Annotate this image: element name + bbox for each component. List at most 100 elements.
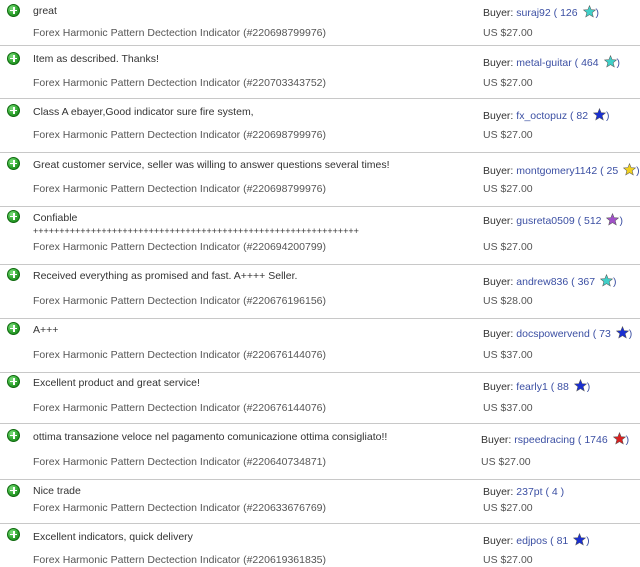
item-title-link[interactable]: Forex Harmonic Pattern Dectection Indica… bbox=[33, 554, 326, 566]
red-star-icon bbox=[612, 431, 626, 445]
positive-feedback-icon bbox=[7, 104, 20, 117]
feedback-score-close: ) bbox=[586, 381, 591, 393]
feedback-comment: Great customer service, seller was willi… bbox=[33, 159, 390, 171]
item-price: US $27.00 bbox=[483, 129, 533, 141]
buyer-username-link[interactable]: fearly1 bbox=[516, 381, 548, 393]
turquoise-star-icon bbox=[599, 273, 614, 287]
row-divider bbox=[0, 423, 640, 424]
buyer-username-link[interactable]: montgomery1142 bbox=[516, 165, 597, 177]
feedback-score-link[interactable]: ( 73 bbox=[593, 328, 611, 340]
item-price: US $37.00 bbox=[483, 349, 533, 361]
feedback-score-link[interactable]: ( 88 bbox=[551, 381, 569, 393]
item-title-link[interactable]: Forex Harmonic Pattern Dectection Indica… bbox=[33, 27, 326, 39]
row-divider bbox=[0, 45, 640, 46]
item-title-link[interactable]: Forex Harmonic Pattern Dectection Indica… bbox=[33, 77, 326, 89]
positive-feedback-icon bbox=[7, 322, 20, 335]
item-price: US $27.00 bbox=[483, 502, 533, 514]
buyer-info: Buyer: rspeedracing ( 1746 ) bbox=[481, 431, 629, 446]
item-price: US $27.00 bbox=[483, 554, 533, 566]
feedback-score-link[interactable]: ( 367 bbox=[571, 276, 595, 288]
row-divider bbox=[0, 523, 640, 524]
buyer-label: Buyer: bbox=[483, 535, 514, 547]
buyer-label: Buyer: bbox=[483, 7, 514, 19]
buyer-username-link[interactable]: docspowervend bbox=[516, 328, 590, 340]
feedback-score-link[interactable]: ( 512 bbox=[578, 215, 602, 227]
buyer-label: Buyer: bbox=[483, 165, 514, 177]
buyer-info: Buyer: montgomery1142 ( 25 ) bbox=[483, 162, 640, 177]
item-title-link[interactable]: Forex Harmonic Pattern Dectection Indica… bbox=[33, 402, 326, 414]
feedback-score-close: ) bbox=[636, 165, 640, 177]
positive-feedback-icon bbox=[7, 4, 20, 17]
feedback-comment: Excellent indicators, quick delivery bbox=[33, 531, 193, 543]
buyer-username-link[interactable]: gusreta0509 bbox=[516, 215, 574, 227]
turquoise-star-icon bbox=[582, 4, 596, 18]
buyer-info: Buyer: gusreta0509 ( 512 ) bbox=[483, 212, 623, 227]
feedback-score-link[interactable]: ( 126 bbox=[554, 7, 578, 19]
buyer-info: Buyer: edjpos ( 81 ) bbox=[483, 532, 590, 547]
feedback-score-link[interactable]: ( 1746 bbox=[578, 434, 608, 446]
feedback-comment: Class A ebayer,Good indicator sure fire … bbox=[33, 106, 254, 118]
buyer-label: Buyer: bbox=[483, 215, 514, 227]
blue-star-icon bbox=[592, 107, 607, 121]
feedback-score-close: ) bbox=[616, 57, 621, 69]
feedback-comment: A+++ bbox=[33, 324, 59, 336]
row-divider bbox=[0, 372, 640, 373]
feedback-score-close: ) bbox=[628, 328, 633, 340]
row-divider bbox=[0, 98, 640, 99]
turquoise-star-icon bbox=[603, 54, 617, 68]
row-divider bbox=[0, 318, 640, 319]
buyer-username-link[interactable]: suraj92 bbox=[516, 7, 550, 19]
positive-feedback-icon bbox=[7, 52, 20, 65]
feedback-score-close: ) bbox=[586, 535, 590, 547]
positive-feedback-icon bbox=[7, 157, 20, 170]
positive-feedback-icon bbox=[7, 375, 20, 388]
blue-star-icon bbox=[615, 325, 629, 339]
buyer-label: Buyer: bbox=[483, 328, 514, 340]
feedback-score-close: ) bbox=[595, 7, 600, 19]
row-divider bbox=[0, 206, 640, 207]
feedback-score-link[interactable]: ( 81 bbox=[550, 535, 568, 547]
item-title-link[interactable]: Forex Harmonic Pattern Dectection Indica… bbox=[33, 295, 326, 307]
feedback-comment: ottima transazione veloce nel pagamento … bbox=[33, 431, 388, 443]
feedback-score-link[interactable]: ( 4 bbox=[545, 486, 557, 498]
buyer-label: Buyer: bbox=[483, 381, 514, 393]
buyer-info: Buyer: fx_octopuz ( 82 ) bbox=[483, 107, 610, 122]
item-price: US $27.00 bbox=[483, 183, 533, 195]
buyer-info: Buyer: fearly1 ( 88 ) bbox=[483, 378, 591, 393]
buyer-username-link[interactable]: edjpos bbox=[516, 535, 547, 547]
item-title-link[interactable]: Forex Harmonic Pattern Dectection Indica… bbox=[33, 129, 326, 141]
positive-feedback-icon bbox=[7, 268, 20, 281]
item-title-link[interactable]: Forex Harmonic Pattern Dectection Indica… bbox=[33, 183, 326, 195]
row-divider bbox=[0, 479, 640, 480]
item-price: US $27.00 bbox=[481, 456, 531, 468]
buyer-username-link[interactable]: metal-guitar bbox=[516, 57, 571, 69]
buyer-info: Buyer: andrew836 ( 367 ) bbox=[483, 273, 617, 288]
buyer-label: Buyer: bbox=[481, 434, 512, 446]
row-divider bbox=[0, 152, 640, 153]
buyer-info: Buyer: suraj92 ( 126 ) bbox=[483, 4, 600, 19]
buyer-label: Buyer: bbox=[483, 486, 514, 498]
feedback-score-link[interactable]: ( 464 bbox=[575, 57, 599, 69]
feedback-score-close: ) bbox=[613, 276, 617, 288]
buyer-info: Buyer: metal-guitar ( 464 ) bbox=[483, 54, 621, 69]
item-title-link[interactable]: Forex Harmonic Pattern Dectection Indica… bbox=[33, 349, 326, 361]
buyer-username-link[interactable]: fx_octopuz bbox=[516, 110, 567, 122]
buyer-username-link[interactable]: 237pt bbox=[516, 486, 542, 498]
feedback-comment: Item as described. Thanks! bbox=[33, 53, 159, 65]
item-price: US $37.00 bbox=[483, 402, 533, 414]
item-title-link[interactable]: Forex Harmonic Pattern Dectection Indica… bbox=[33, 456, 326, 468]
blue-star-icon bbox=[573, 532, 587, 546]
positive-feedback-icon bbox=[7, 528, 20, 541]
positive-feedback-icon bbox=[7, 429, 20, 442]
buyer-username-link[interactable]: rspeedracing bbox=[514, 434, 575, 446]
item-title-link[interactable]: Forex Harmonic Pattern Dectection Indica… bbox=[33, 502, 326, 514]
positive-feedback-icon bbox=[7, 210, 20, 223]
buyer-label: Buyer: bbox=[483, 110, 514, 122]
feedback-score-close: ) bbox=[619, 215, 623, 227]
item-title-link[interactable]: Forex Harmonic Pattern Dectection Indica… bbox=[33, 241, 326, 253]
buyer-username-link[interactable]: andrew836 bbox=[516, 276, 568, 288]
row-divider bbox=[0, 264, 640, 265]
feedback-score-link[interactable]: ( 82 bbox=[570, 110, 588, 122]
feedback-score-link[interactable]: ( 25 bbox=[600, 165, 618, 177]
item-price: US $27.00 bbox=[483, 27, 533, 39]
